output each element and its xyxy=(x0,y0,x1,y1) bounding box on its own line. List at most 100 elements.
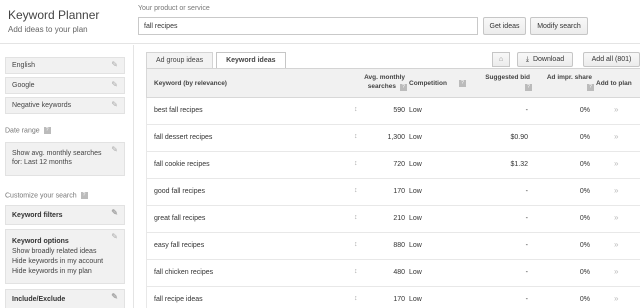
keyword-cell[interactable]: fall cookie recipes xyxy=(154,161,210,168)
keyword-cell[interactable]: great fall recipes xyxy=(154,215,205,222)
competition-cell: Low xyxy=(409,134,422,141)
keyword-options-box[interactable]: Keyword options Show broadly related ide… xyxy=(5,229,125,284)
keyword-options-title: Keyword options xyxy=(12,238,69,245)
col-searches-line-2[interactable]: searches xyxy=(344,83,396,90)
add-all-button[interactable]: Add all (801) xyxy=(583,52,640,67)
trend-chart-icon[interactable]: ↕ xyxy=(354,295,358,302)
competition-cell: Low xyxy=(409,215,422,222)
impr-share-cell: 0% xyxy=(579,242,590,249)
trend-chart-icon[interactable]: ↕ xyxy=(354,241,358,248)
bid-cell: - xyxy=(525,107,528,114)
sidebar-item-keyword-filters[interactable]: Keyword filters ✎ xyxy=(5,205,125,225)
keyword-cell[interactable]: easy fall recipes xyxy=(154,242,204,249)
search-value: fall recipes xyxy=(144,22,178,30)
table-header: Keyword (by relevance) Avg. monthly sear… xyxy=(146,69,640,98)
pencil-icon[interactable]: ✎ xyxy=(111,292,118,301)
trend-chart-icon[interactable]: ↕ xyxy=(354,187,358,194)
bid-cell: - xyxy=(525,215,528,222)
sidebar-item-negative-keywords-label: Negative keywords xyxy=(12,102,72,109)
download-label: Download xyxy=(532,56,565,63)
col-keyword[interactable]: Keyword (by relevance) xyxy=(154,80,227,87)
col-competition[interactable]: Competition xyxy=(409,80,447,87)
trend-chart-icon[interactable]: ↕ xyxy=(354,133,358,140)
pencil-icon[interactable]: ✎ xyxy=(111,80,118,89)
sidebar-item-language-label: English xyxy=(12,62,35,69)
bid-cell: - xyxy=(525,188,528,195)
app-subtitle: Add ideas to your plan xyxy=(8,25,88,34)
pencil-icon[interactable]: ✎ xyxy=(111,232,118,241)
col-suggested-bid[interactable]: Suggested bid xyxy=(470,74,530,81)
help-icon[interactable]: ? xyxy=(587,84,594,91)
pencil-icon[interactable]: ✎ xyxy=(111,60,118,69)
download-button[interactable]: ⤓ Download xyxy=(517,52,573,67)
keyword-filters-label: Keyword filters xyxy=(12,211,63,219)
bid-cell: - xyxy=(525,269,528,276)
pencil-icon[interactable]: ✎ xyxy=(111,145,118,154)
competition-cell: Low xyxy=(409,296,422,303)
tab-keyword-ideas[interactable]: Keyword ideas xyxy=(216,52,286,68)
keyword-cell[interactable]: fall recipe ideas xyxy=(154,296,203,303)
searches-cell: 210 xyxy=(393,215,405,222)
add-to-plan-arrow-icon[interactable]: » xyxy=(614,294,618,303)
sidebar-item-network[interactable]: Google ✎ xyxy=(5,77,125,94)
searches-cell: 590 xyxy=(393,107,405,114)
searches-cell: 480 xyxy=(393,269,405,276)
keyword-options-line-3: Hide keywords in my plan xyxy=(12,268,92,275)
help-icon[interactable]: ? xyxy=(43,127,51,134)
searches-cell: 880 xyxy=(393,242,405,249)
sidebar-item-language[interactable]: English ✎ xyxy=(5,57,125,74)
modify-search-button[interactable]: Modify search xyxy=(530,17,588,35)
add-to-plan-arrow-icon[interactable]: » xyxy=(614,186,618,195)
help-icon[interactable]: ? xyxy=(80,192,88,199)
trend-chart-icon[interactable]: ↕ xyxy=(354,214,358,221)
col-ad-impr-share[interactable]: Ad impr. share xyxy=(534,74,592,81)
date-range-line-1: Show avg. monthly searches xyxy=(12,150,102,157)
add-to-plan-arrow-icon[interactable]: » xyxy=(614,240,618,249)
keyword-ideas-table: Keyword (by relevance) Avg. monthly sear… xyxy=(146,68,640,308)
trend-chart-icon[interactable]: ↕ xyxy=(354,268,358,275)
get-ideas-button[interactable]: Get ideas xyxy=(483,17,526,35)
competition-cell: Low xyxy=(409,269,422,276)
table-row: best fall recipes ↕ 590 Low - 0% » xyxy=(146,98,640,125)
trend-chart-icon[interactable]: ↕ xyxy=(354,160,358,167)
add-to-plan-arrow-icon[interactable]: » xyxy=(614,105,618,114)
date-range-line-2: for: Last 12 months xyxy=(12,159,72,166)
help-icon[interactable]: ? xyxy=(525,84,532,91)
trend-chart-icon[interactable]: ↕ xyxy=(354,106,358,113)
searches-cell: 720 xyxy=(393,161,405,168)
product-label: Your product or service xyxy=(138,5,210,12)
help-icon[interactable]: ? xyxy=(400,84,407,91)
date-range-box[interactable]: Show avg. monthly searches for: Last 12 … xyxy=(5,142,125,176)
table-row: great fall recipes ↕ 210 Low - 0% » xyxy=(146,206,640,233)
app-title: Keyword Planner xyxy=(8,8,100,22)
pencil-icon[interactable]: ✎ xyxy=(111,100,118,109)
competition-cell: Low xyxy=(409,188,422,195)
table-row: fall dessert recipes ↕ 1,300 Low $0.90 0… xyxy=(146,125,640,152)
keyword-cell[interactable]: fall dessert recipes xyxy=(154,134,212,141)
chart-icon[interactable]: ⌂ xyxy=(492,52,510,67)
table-row: easy fall recipes ↕ 880 Low - 0% » xyxy=(146,233,640,260)
pencil-icon[interactable]: ✎ xyxy=(111,208,118,217)
keyword-cell[interactable]: good fall recipes xyxy=(154,188,205,195)
add-to-plan-arrow-icon[interactable]: » xyxy=(614,267,618,276)
sidebar-item-negative-keywords[interactable]: Negative keywords ✎ xyxy=(5,97,125,114)
keyword-cell[interactable]: best fall recipes xyxy=(154,107,203,114)
add-to-plan-arrow-icon[interactable]: » xyxy=(614,159,618,168)
sidebar-item-network-label: Google xyxy=(12,82,35,89)
sidebar-item-include-exclude[interactable]: Include/Exclude ✎ xyxy=(5,289,125,308)
impr-share-cell: 0% xyxy=(579,269,590,276)
product-search-input[interactable]: fall recipes xyxy=(138,17,478,35)
download-icon: ⤓ xyxy=(525,55,529,63)
keyword-cell[interactable]: fall chicken recipes xyxy=(154,269,213,276)
searches-cell: 170 xyxy=(393,188,405,195)
impr-share-cell: 0% xyxy=(579,215,590,222)
col-searches-line-1[interactable]: Avg. monthly xyxy=(344,74,405,81)
table-row: fall cookie recipes ↕ 720 Low $1.32 0% » xyxy=(146,152,640,179)
add-to-plan-arrow-icon[interactable]: » xyxy=(614,213,618,222)
add-to-plan-arrow-icon[interactable]: » xyxy=(614,132,618,141)
tab-ad-group-ideas[interactable]: Ad group ideas xyxy=(146,52,214,68)
date-range-title: Date range xyxy=(5,127,40,135)
searches-cell: 170 xyxy=(393,296,405,303)
help-icon[interactable]: ? xyxy=(459,80,466,87)
table-body: best fall recipes ↕ 590 Low - 0% » fall … xyxy=(146,98,640,308)
